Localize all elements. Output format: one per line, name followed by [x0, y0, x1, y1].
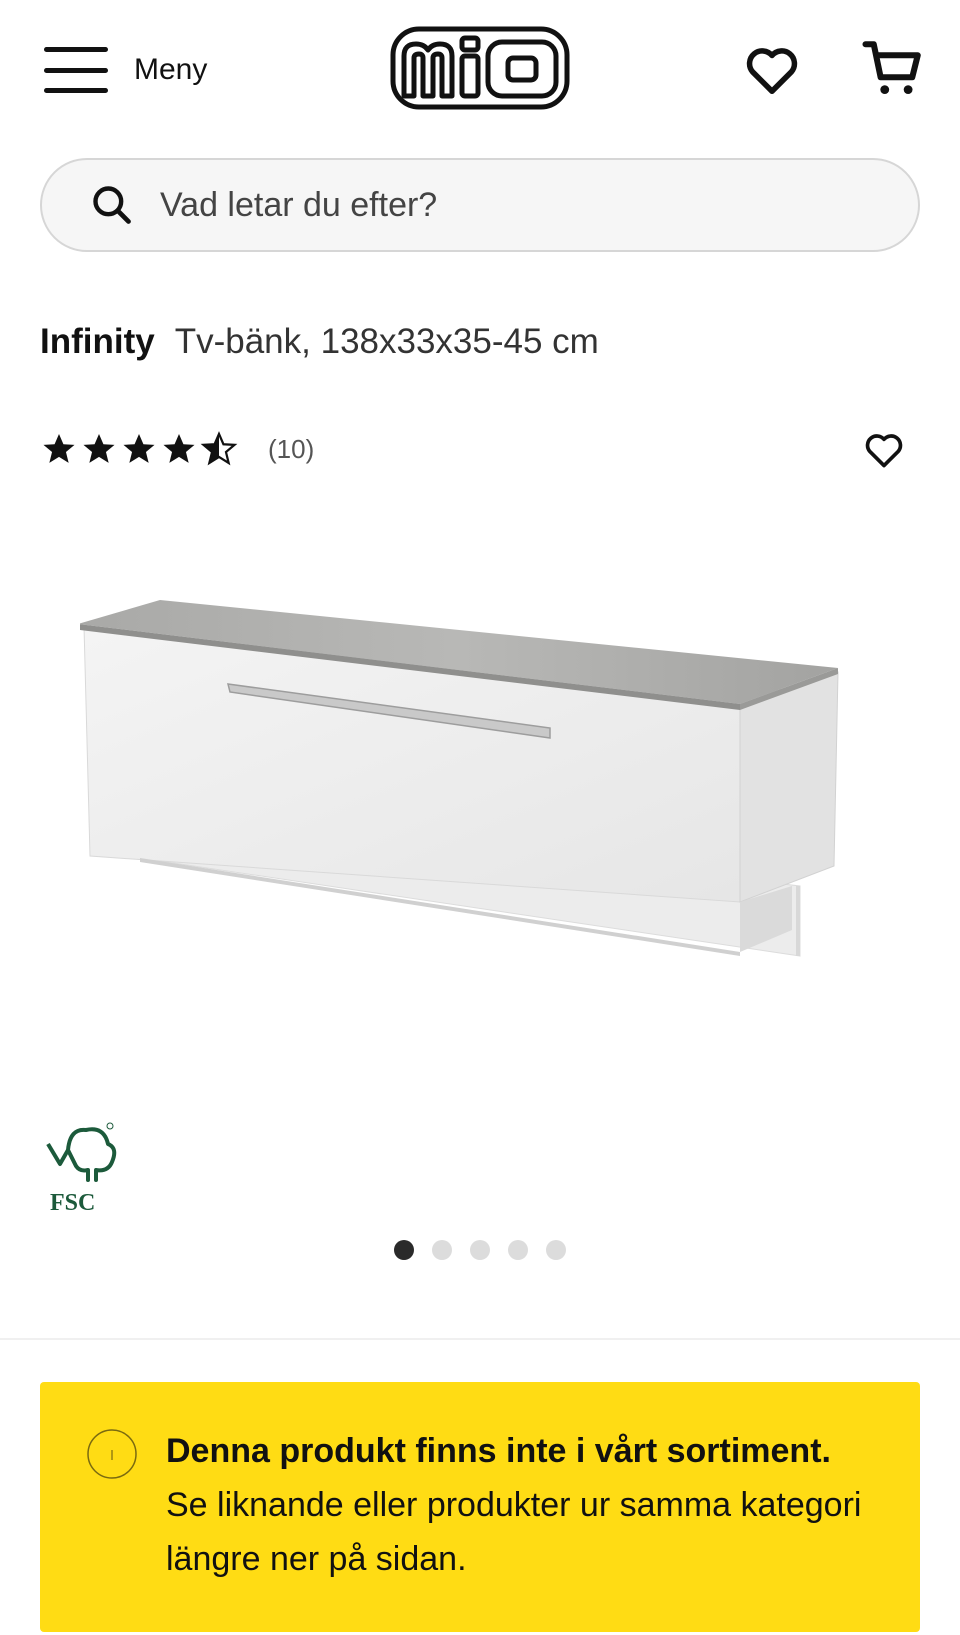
fsc-label: FSC [50, 1190, 95, 1216]
info-icon [87, 1429, 137, 1479]
product-image[interactable] [80, 600, 880, 1000]
search-input[interactable] [158, 184, 822, 226]
mio-logo[interactable] [390, 26, 570, 110]
search-icon [93, 186, 131, 224]
carousel-dot-3[interactable] [470, 1240, 490, 1260]
favorite-heart-icon[interactable] [862, 428, 906, 472]
product-rating[interactable]: (10) [40, 430, 314, 468]
menu-label: Meny [134, 53, 208, 86]
cart-icon[interactable] [860, 36, 926, 102]
star-icon [83, 433, 115, 463]
star-icon [163, 433, 195, 463]
star-icon [123, 433, 155, 463]
product-brand: Infinity [40, 322, 155, 361]
menu-icon [44, 47, 108, 93]
carousel-dot-2[interactable] [432, 1240, 452, 1260]
carousel-dot-4[interactable] [508, 1240, 528, 1260]
notice-text: Denna produkt finns inte i vårt sortimen… [166, 1424, 886, 1586]
section-divider [0, 1338, 960, 1340]
half-star-icon [200, 431, 238, 466]
search-bar[interactable] [40, 158, 920, 252]
review-count: (10) [268, 433, 315, 464]
product-name: Tv-bänk, 138x33x35-45 cm [174, 322, 599, 361]
fsc-logo: FSC [46, 1122, 117, 1216]
carousel-dot-5[interactable] [546, 1240, 566, 1260]
notice-title: Denna produkt finns inte i vårt sortimen… [166, 1432, 831, 1470]
star-icon [43, 433, 75, 463]
wishlist-heart-icon[interactable] [742, 40, 802, 100]
menu-button[interactable]: Meny [44, 40, 244, 100]
notice-body: Se liknande eller produkter ur samma kat… [166, 1486, 862, 1578]
carousel-dot-1[interactable] [394, 1240, 414, 1260]
availability-notice: Denna produkt finns inte i vårt sortimen… [40, 1382, 920, 1632]
product-title: Infinity Tv-bänk, 138x33x35-45 cm [40, 322, 599, 362]
image-carousel-dots [0, 1240, 960, 1260]
